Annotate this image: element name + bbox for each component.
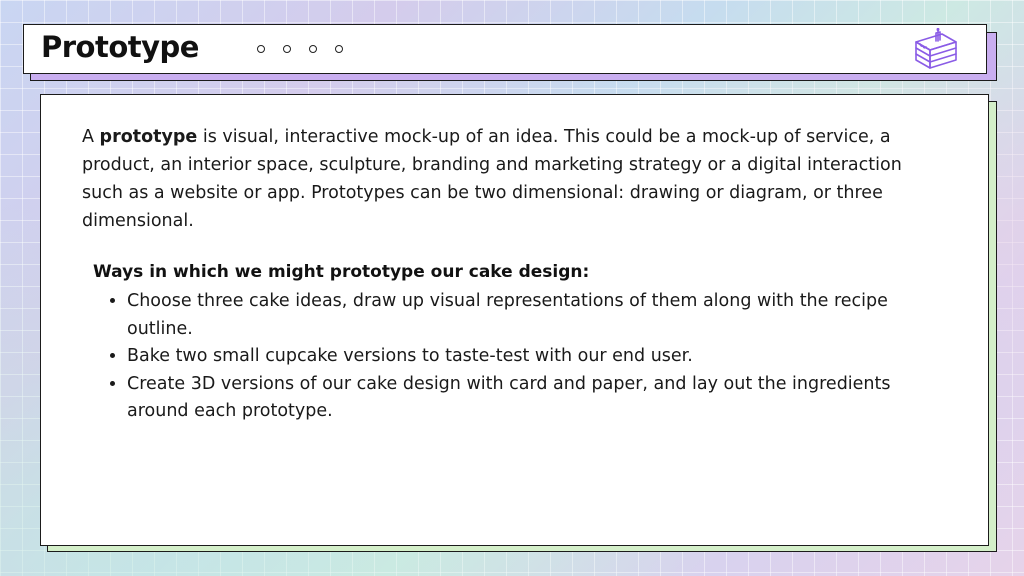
decor-dot (309, 45, 317, 53)
list-item: Bake two small cupcake versions to taste… (127, 343, 947, 371)
ways-list: Choose three cake ideas, draw up visual … (93, 288, 947, 426)
intro-paragraph: A prototype is visual, interactive mock-… (82, 123, 932, 235)
decor-dots (257, 45, 343, 53)
page-title: Prototype (41, 30, 199, 64)
ways-heading: Ways in which we might prototype our cak… (93, 262, 590, 282)
intro-text: is visual, interactive mock-up of an ide… (82, 127, 902, 231)
decor-dot (335, 45, 343, 53)
cake-slice-icon (915, 28, 957, 69)
content-card: A prototype is visual, interactive mock-… (40, 94, 989, 546)
list-item: Create 3D versions of our cake design wi… (127, 371, 947, 426)
intro-prefix: A (82, 127, 100, 147)
intro-term: prototype (99, 127, 198, 147)
decor-dot (283, 45, 291, 53)
title-bar: Prototype (23, 24, 987, 74)
decor-dot (257, 45, 265, 53)
list-item: Choose three cake ideas, draw up visual … (127, 288, 947, 343)
